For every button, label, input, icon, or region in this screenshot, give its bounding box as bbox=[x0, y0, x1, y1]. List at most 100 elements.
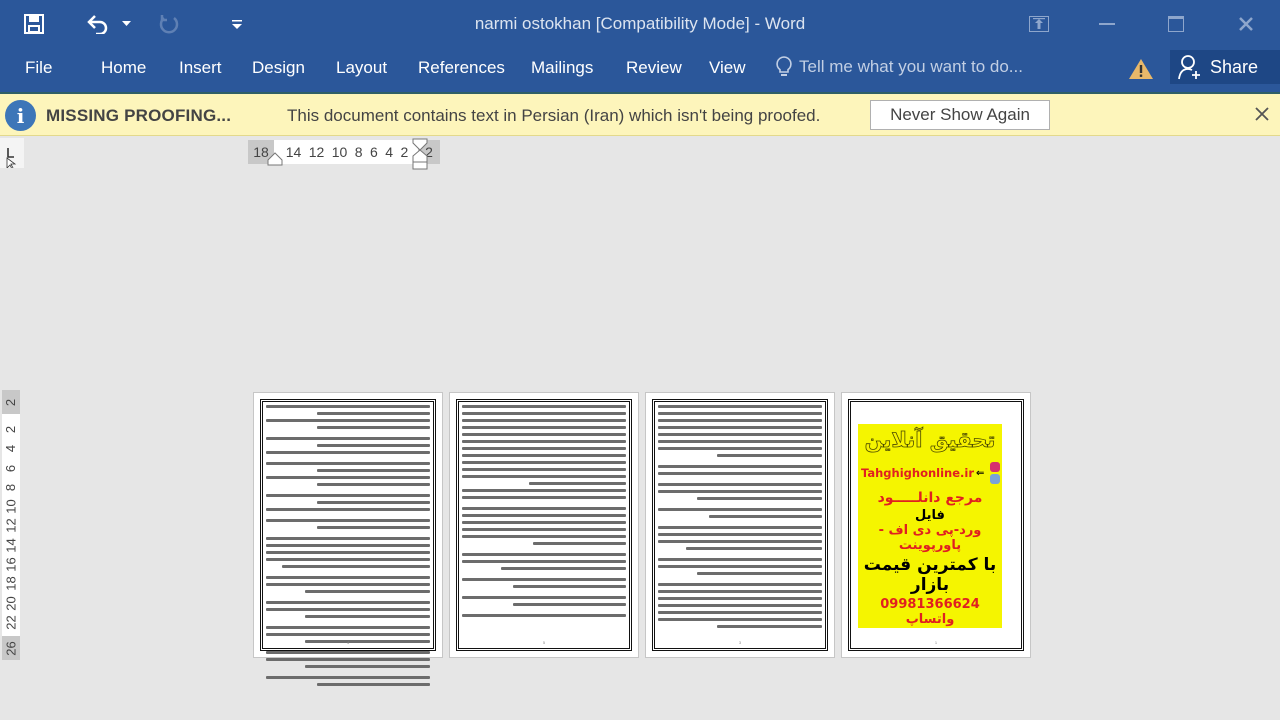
customize-icon bbox=[232, 19, 242, 29]
ruler-tick: 14 bbox=[285, 144, 302, 160]
tab-layout[interactable]: Layout bbox=[336, 58, 387, 78]
tab-references[interactable]: References bbox=[418, 58, 505, 78]
save-button[interactable] bbox=[20, 8, 48, 40]
text-line bbox=[462, 475, 626, 478]
tab-mailings[interactable]: Mailings bbox=[531, 58, 593, 78]
text-line bbox=[658, 472, 822, 475]
undo-button[interactable] bbox=[84, 8, 112, 40]
tell-me-search[interactable]: Tell me what you want to do... bbox=[775, 56, 1023, 78]
text-line bbox=[658, 540, 822, 543]
text-line bbox=[266, 583, 430, 586]
text-line bbox=[462, 596, 626, 599]
text-line bbox=[462, 454, 626, 457]
text-line bbox=[462, 461, 626, 464]
vruler-tick: 2 bbox=[3, 425, 19, 434]
vruler-bottom-margin: 26 bbox=[3, 640, 19, 656]
text-line bbox=[305, 615, 430, 618]
ad-title: تحقیق آنلاین bbox=[864, 428, 996, 453]
vruler-tick: 4 bbox=[3, 445, 19, 453]
vruler-tick: 22 bbox=[3, 615, 19, 630]
undo-dropdown[interactable] bbox=[118, 8, 134, 40]
tab-stop-selector[interactable] bbox=[0, 138, 24, 170]
text-line bbox=[462, 447, 626, 450]
page-text bbox=[658, 405, 822, 632]
text-line bbox=[658, 597, 822, 600]
text-line bbox=[266, 462, 430, 465]
text-line bbox=[316, 501, 430, 504]
page-number: 5 bbox=[542, 640, 546, 645]
left-tab-icon bbox=[6, 148, 17, 170]
ruler-tick: 6 bbox=[370, 144, 378, 160]
text-line bbox=[266, 576, 430, 579]
text-line bbox=[658, 440, 822, 443]
text-line bbox=[316, 526, 430, 529]
tab-file[interactable]: File bbox=[25, 58, 52, 78]
customize-qat-button[interactable] bbox=[228, 8, 246, 40]
text-line bbox=[462, 405, 626, 408]
text-line bbox=[462, 412, 626, 415]
tab-design[interactable]: Design bbox=[252, 58, 305, 78]
message-bar-close-button[interactable] bbox=[1250, 102, 1274, 126]
text-line bbox=[266, 476, 430, 479]
text-line bbox=[462, 426, 626, 429]
text-line bbox=[462, 468, 626, 471]
text-line bbox=[462, 528, 626, 531]
text-line bbox=[266, 451, 430, 454]
text-line bbox=[658, 565, 822, 568]
close-icon bbox=[1239, 17, 1253, 31]
document-page[interactable]: 4 bbox=[253, 392, 443, 686]
page-text bbox=[462, 405, 626, 621]
tab-review[interactable]: Review bbox=[626, 58, 682, 78]
ruler-tick: 10 bbox=[331, 144, 348, 160]
vruler-tick: 8 bbox=[3, 483, 19, 492]
tell-me-placeholder: Tell me what you want to do... bbox=[799, 57, 1023, 76]
text-line bbox=[266, 601, 430, 604]
vruler-tick: 16 bbox=[3, 557, 19, 572]
ribbon-display-icon bbox=[1029, 16, 1049, 32]
warning-button[interactable] bbox=[1128, 58, 1154, 85]
lightbulb-icon bbox=[776, 56, 792, 76]
text-line bbox=[266, 558, 430, 561]
right-indent-marker[interactable] bbox=[267, 152, 283, 166]
maximize-button[interactable] bbox=[1156, 8, 1196, 40]
text-line bbox=[462, 614, 626, 617]
tab-home[interactable]: Home bbox=[101, 58, 146, 78]
instagram-icon bbox=[990, 462, 1001, 472]
minimize-button[interactable] bbox=[1087, 8, 1127, 40]
text-line bbox=[266, 437, 430, 440]
message-bar: i MISSING PROOFING... This document cont… bbox=[0, 92, 1280, 136]
vertical-ruler[interactable]: 2 2 4 6 8 10 12 14 16 18 20 22 26 bbox=[2, 390, 20, 660]
text-line bbox=[282, 565, 430, 568]
left-indent-marker[interactable] bbox=[412, 138, 428, 170]
text-line bbox=[658, 412, 822, 415]
text-line bbox=[501, 567, 626, 570]
text-line bbox=[697, 572, 822, 575]
text-line bbox=[658, 426, 822, 429]
text-line bbox=[316, 483, 430, 486]
text-line bbox=[658, 526, 822, 529]
redo-button[interactable] bbox=[156, 8, 182, 40]
message-text: This document contains text in Persian (… bbox=[287, 106, 821, 125]
vruler-tick: 10 bbox=[3, 499, 19, 514]
page-number: 4 bbox=[346, 640, 350, 645]
vruler-tick: 12 bbox=[3, 518, 19, 534]
never-show-again-button[interactable]: Never Show Again bbox=[870, 100, 1050, 130]
tab-view[interactable]: View bbox=[709, 58, 746, 78]
text-line bbox=[462, 433, 626, 436]
document-page[interactable]: 5 bbox=[449, 392, 639, 658]
minimize-icon bbox=[1099, 23, 1115, 25]
page-number: 3 bbox=[738, 640, 742, 645]
ribbon-tabs: File Home Insert Design Layout Reference… bbox=[0, 48, 1280, 92]
ribbon-display-options-button[interactable] bbox=[1019, 8, 1059, 40]
tab-insert[interactable]: Insert bbox=[179, 58, 222, 78]
text-line bbox=[658, 583, 822, 586]
text-line bbox=[316, 426, 430, 429]
document-page[interactable]: 3 bbox=[645, 392, 835, 658]
close-button[interactable] bbox=[1226, 8, 1266, 40]
document-page[interactable]: تحقیق آنلاین Tahghighonline.ir ⇐ مرجع دا… bbox=[841, 392, 1031, 658]
share-button[interactable]: Share bbox=[1170, 50, 1280, 84]
text-line bbox=[266, 419, 430, 422]
text-line bbox=[266, 658, 430, 661]
ad-price: با کمترین قیمت بازار bbox=[863, 555, 997, 595]
ad-whatsapp: واتساپ bbox=[905, 612, 955, 627]
